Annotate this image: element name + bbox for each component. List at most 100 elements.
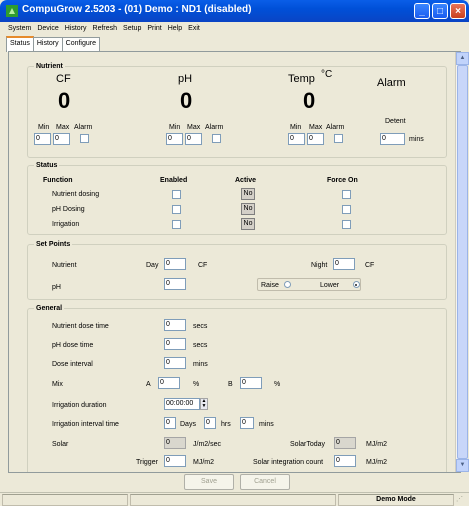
menu-setup[interactable]: Setup xyxy=(120,22,144,35)
irrigation-duration-input[interactable]: 00:00:00 xyxy=(164,398,200,410)
ph-dose-time-input[interactable]: 0 xyxy=(164,338,186,350)
irrigation-duration-spinner[interactable]: ▲ ▼ xyxy=(200,398,208,410)
irrigation-enabled-checkbox[interactable] xyxy=(172,220,181,229)
menu-exit[interactable]: Exit xyxy=(185,22,203,35)
minimize-button[interactable]: _ xyxy=(414,3,430,19)
irrigation-active: No xyxy=(241,218,255,230)
scrollbar-thumb[interactable] xyxy=(457,65,468,459)
irrigation-force-checkbox[interactable] xyxy=(342,220,351,229)
col-function: Function xyxy=(43,177,73,184)
solar-today-value: 0 xyxy=(334,437,356,449)
menu-refresh[interactable]: Refresh xyxy=(90,22,121,35)
setpoints-group: Set Points Nutrient Day 0 CF Night 0 CF … xyxy=(27,240,447,300)
mix-b-input[interactable]: 0 xyxy=(240,377,262,389)
nutrient-dose-time-input[interactable]: 0 xyxy=(164,319,186,331)
lower-radio[interactable] xyxy=(352,281,360,288)
night-setpoint-input[interactable]: 0 xyxy=(333,258,355,270)
hrs-label: hrs xyxy=(221,421,231,428)
nutrient-group-title: Nutrient xyxy=(34,62,65,71)
resize-grip-icon[interactable]: ⋰ xyxy=(456,495,467,506)
col-active: Active xyxy=(235,177,257,184)
ph-dosing-force-checkbox[interactable] xyxy=(342,205,351,214)
general-group: General Nutrient dose time 0 secs pH dos… xyxy=(27,304,447,472)
row-irrigation: Irrigation xyxy=(52,221,80,228)
cf-max-label: Max xyxy=(56,124,70,131)
status-bar: Demo Mode ⋰ xyxy=(0,492,469,506)
row-ph-dosing: pH Dosing xyxy=(52,206,85,213)
nutrient-dosing-enabled-checkbox[interactable] xyxy=(172,190,181,199)
setpoint-nutrient-label: Nutrient xyxy=(52,262,77,269)
ph-min-label: Min xyxy=(169,124,181,131)
status-mode: Demo Mode xyxy=(338,494,454,506)
tab-strip: Status History Configure xyxy=(6,35,100,52)
detent-input[interactable]: 0 xyxy=(380,133,405,145)
menu-device[interactable]: Device xyxy=(34,22,61,35)
temp-max-label: Max xyxy=(309,124,323,131)
dose-interval-unit: mins xyxy=(193,361,208,368)
temp-alarm-label: Alarm xyxy=(326,124,345,131)
menu-print[interactable]: Print xyxy=(144,22,164,35)
cf-min-label: Min xyxy=(38,124,50,131)
solar-today-label: SolarToday xyxy=(290,441,326,448)
mix-b-unit: % xyxy=(274,381,281,388)
irrigation-hrs-input[interactable]: 0 xyxy=(204,417,216,429)
menu-help[interactable]: Help xyxy=(165,22,185,35)
col-force-on: Force On xyxy=(327,177,358,184)
ph-alarm-checkbox[interactable] xyxy=(212,134,221,143)
ph-max-input[interactable]: 0 xyxy=(185,133,202,145)
tab-configure[interactable]: Configure xyxy=(61,37,100,51)
ph-min-input[interactable]: 0 xyxy=(166,133,183,145)
alarm-label: Alarm xyxy=(377,77,406,89)
scroll-down-icon[interactable]: ▼ xyxy=(456,459,469,472)
tab-history[interactable]: History xyxy=(32,37,63,51)
irrigation-days-input[interactable]: 0 xyxy=(164,417,176,429)
day-setpoint-input[interactable]: 0 xyxy=(164,258,186,270)
close-button[interactable]: × xyxy=(450,3,466,19)
solar-value: 0 xyxy=(164,437,186,449)
solar-count-input[interactable]: 0 xyxy=(334,455,356,467)
scroll-up-icon[interactable]: ▲ xyxy=(456,52,469,65)
night-unit: CF xyxy=(365,262,375,269)
title-bar[interactable]: CompuGrow 2.5203 - (01) Demo : ND1 (disa… xyxy=(0,0,469,22)
menu-system[interactable]: System xyxy=(5,22,34,35)
ph-setpoint-input[interactable]: 0 xyxy=(164,278,186,290)
setpoints-group-title: Set Points xyxy=(34,240,73,249)
mins-label: mins xyxy=(259,421,274,428)
day-label: Day xyxy=(146,262,159,269)
ph-dosing-enabled-checkbox[interactable] xyxy=(172,205,181,214)
raise-label: Raise xyxy=(261,282,279,289)
ph-dose-time-unit: secs xyxy=(193,342,208,349)
temp-unit: °C xyxy=(321,69,333,80)
setpoint-ph-label: pH xyxy=(52,284,61,291)
raise-radio[interactable] xyxy=(284,281,291,288)
cf-min-input[interactable]: 0 xyxy=(34,133,51,145)
cf-alarm-checkbox[interactable] xyxy=(80,134,89,143)
vertical-scrollbar[interactable]: ▲ ▼ xyxy=(455,52,469,472)
menu-history[interactable]: History xyxy=(62,22,90,35)
temp-alarm-checkbox[interactable] xyxy=(334,134,343,143)
tab-status[interactable]: Status xyxy=(6,36,34,52)
button-row: Save Cancel xyxy=(0,474,469,492)
app-icon xyxy=(6,5,18,17)
maximize-button[interactable]: □ xyxy=(432,3,448,19)
cancel-button[interactable]: Cancel xyxy=(240,474,290,490)
status-group: Status Function Enabled Active Force On … xyxy=(27,161,447,235)
nutrient-dosing-force-checkbox[interactable] xyxy=(342,190,351,199)
temp-max-input[interactable]: 0 xyxy=(307,133,324,145)
trigger-unit: MJ/m2 xyxy=(193,459,214,466)
nutrient-group: Nutrient CF 0 Min Max Alarm 0 0 pH 0 Min… xyxy=(27,62,447,158)
save-button[interactable]: Save xyxy=(184,474,234,490)
dose-interval-input[interactable]: 0 xyxy=(164,357,186,369)
col-enabled: Enabled xyxy=(160,177,188,184)
irrigation-mins-input[interactable]: 0 xyxy=(240,417,254,429)
mix-a-input[interactable]: 0 xyxy=(158,377,180,389)
menu-items: System Device History Refresh Setup Print Help… xyxy=(5,22,203,35)
cf-label: CF xyxy=(56,73,71,85)
status-scroll-area: Nutrient CF 0 Min Max Alarm 0 0 pH 0 Min… xyxy=(9,52,455,472)
trigger-input[interactable]: 0 xyxy=(164,455,186,467)
irrigation-interval-label: Irrigation interval time xyxy=(52,421,119,428)
cf-max-input[interactable]: 0 xyxy=(53,133,70,145)
temp-min-input[interactable]: 0 xyxy=(288,133,305,145)
nutrient-dose-time-unit: secs xyxy=(193,323,208,330)
detent-unit: mins xyxy=(409,136,424,143)
